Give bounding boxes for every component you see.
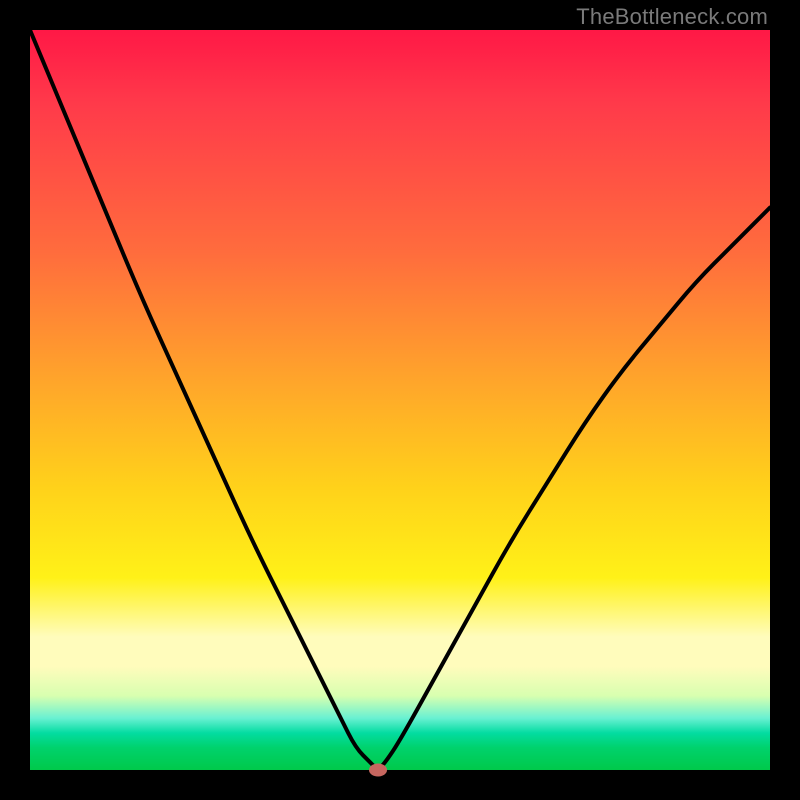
optimal-point-marker <box>369 764 387 777</box>
chart-frame: TheBottleneck.com <box>0 0 800 800</box>
plot-area <box>30 30 770 770</box>
bottleneck-curve <box>30 30 770 770</box>
watermark-text: TheBottleneck.com <box>576 4 768 30</box>
